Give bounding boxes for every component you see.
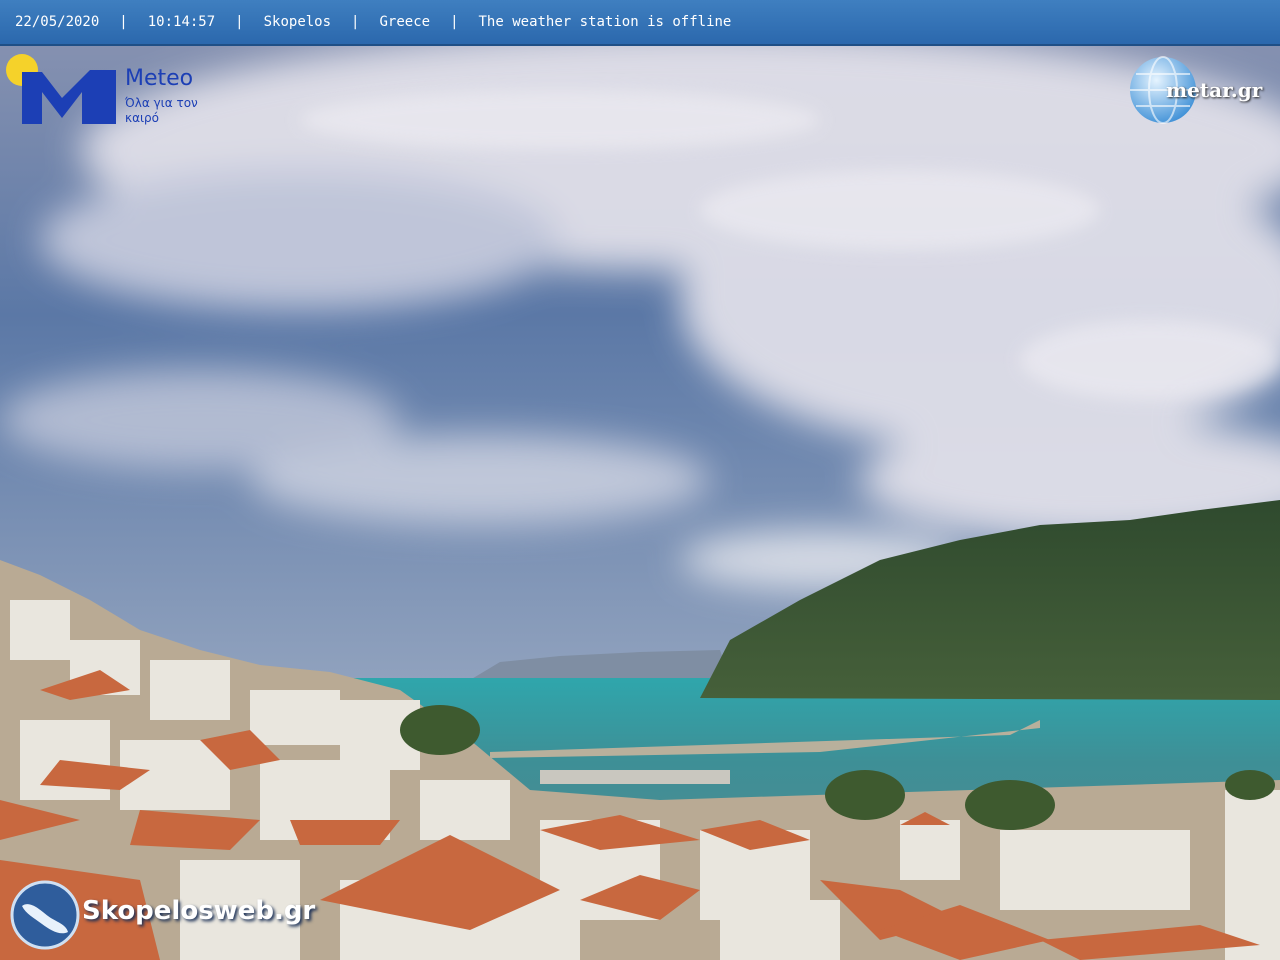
- harbor-boats: [540, 770, 730, 784]
- header-time: 10:14:57: [147, 14, 216, 30]
- header-separator: |: [235, 14, 244, 30]
- header-separator: |: [119, 14, 128, 30]
- metar-logo-name: metar.gr: [1166, 78, 1263, 102]
- header-status: The weather station is offline: [478, 14, 732, 30]
- skopelos-island-icon: [10, 880, 80, 950]
- info-header-bar: 22/05/2020 | 10:14:57 | Skopelos | Greec…: [0, 0, 1280, 46]
- meteo-logo-tagline: Όλα για τον καιρό: [125, 96, 198, 125]
- meteo-logo-name: Meteo: [125, 66, 194, 91]
- webcam-scene: [0, 0, 1280, 960]
- header-separator: |: [351, 14, 360, 30]
- header-separator: |: [450, 14, 459, 30]
- header-location: Skopelos: [263, 14, 332, 30]
- skopelosweb-logo-name: Skopelosweb.gr: [82, 896, 316, 926]
- header-country: Greece: [379, 14, 431, 30]
- header-date: 22/05/2020: [15, 14, 100, 30]
